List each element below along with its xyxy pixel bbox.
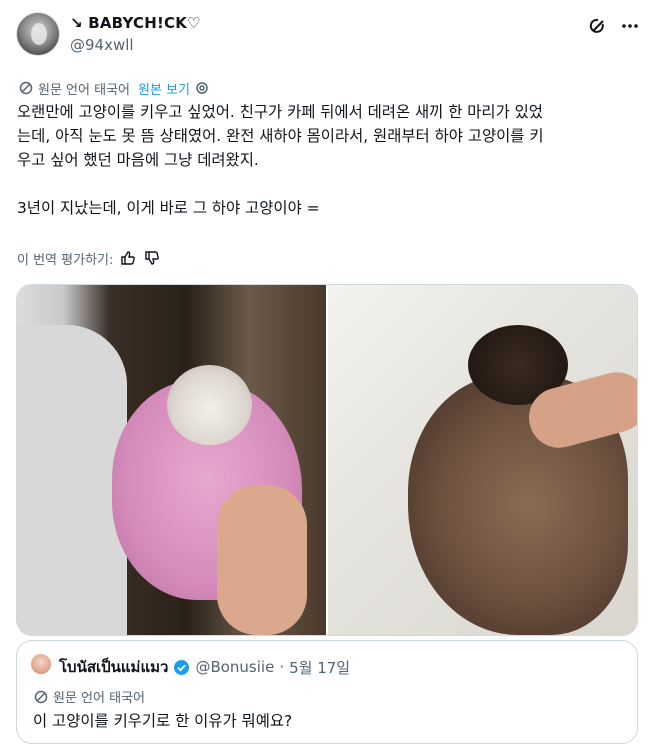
- author-avatar[interactable]: [16, 12, 60, 56]
- translation-source-label: 원문 언어 태국어: [38, 82, 130, 98]
- quoted-tweet[interactable]: โบนัสเป็นแม่แมว @Bonusiie · 5월 17일 원문 언어…: [16, 640, 638, 744]
- rating-label: 이 번역 평가하기:: [17, 252, 114, 268]
- translation-rating: 이 번역 평가하기:: [17, 248, 161, 268]
- translate-icon: [18, 80, 34, 96]
- verified-badge-icon: [173, 659, 190, 676]
- quoted-translation-info: 원문 언어 태국어: [33, 687, 145, 706]
- media-grid: [16, 284, 638, 636]
- quoted-text: 이 고양이를 키우기로 한 이유가 뭐예요?: [33, 712, 293, 730]
- tweet-text: 오랜만에 고양이를 키우고 싶었어. 친구가 카페 뒤에서 데려온 새끼 한 마…: [17, 103, 544, 217]
- quoted-handle[interactable]: @Bonusiie: [195, 658, 274, 676]
- name-prefix-glyph: ↘: [70, 14, 83, 32]
- author-display-name[interactable]: ↘ BABYCH!CK♡: [70, 14, 201, 32]
- translation-info: 원문 언어 태국어 원본 보기: [18, 78, 210, 98]
- quoted-translation-label: 원문 언어 태국어: [53, 691, 145, 706]
- quoted-avatar[interactable]: [31, 654, 51, 674]
- thumbs-up-icon[interactable]: [119, 249, 137, 267]
- more-icon[interactable]: [620, 16, 640, 36]
- display-name-text: BABYCH!CK♡: [88, 14, 201, 32]
- cat-photo[interactable]: [328, 285, 637, 635]
- author-handle[interactable]: @94xwll: [70, 36, 134, 54]
- view-original-link[interactable]: 원본 보기: [138, 79, 190, 98]
- quoted-display-name[interactable]: โบนัสเป็นแม่แมว: [59, 655, 168, 679]
- gear-icon[interactable]: [194, 80, 210, 96]
- quoted-separator: ·: [279, 658, 285, 676]
- kitten-photo[interactable]: [17, 285, 326, 635]
- quoted-date[interactable]: 5월 17일: [289, 657, 350, 678]
- translate-icon: [33, 689, 49, 705]
- grok-icon[interactable]: [588, 16, 608, 36]
- quoted-header: โบนัสเป็นแม่แมว @Bonusiie · 5월 17일: [59, 655, 350, 679]
- thumbs-down-icon[interactable]: [143, 249, 161, 267]
